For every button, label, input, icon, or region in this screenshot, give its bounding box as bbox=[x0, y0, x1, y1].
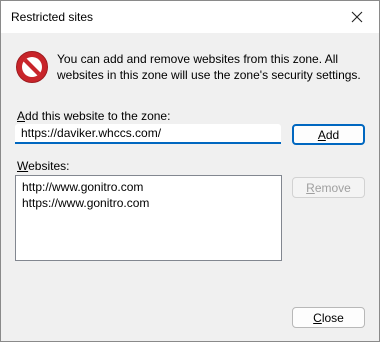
website-url-input[interactable] bbox=[15, 124, 281, 144]
list-item[interactable]: https://www.gonitro.com bbox=[22, 195, 275, 211]
list-item[interactable]: http://www.gonitro.com bbox=[22, 179, 275, 195]
window-close-button[interactable] bbox=[337, 1, 377, 33]
websites-list[interactable]: http://www.gonitro.com https://www.gonit… bbox=[15, 175, 282, 261]
zone-description: You can add and remove websites from thi… bbox=[57, 52, 361, 82]
close-icon bbox=[351, 11, 363, 23]
dialog-title: Restricted sites bbox=[11, 10, 94, 24]
restricted-sites-dialog: Restricted sites You can add and remove … bbox=[0, 0, 380, 342]
add-button[interactable]: Add bbox=[292, 124, 365, 145]
title-bar: Restricted sites bbox=[1, 1, 379, 33]
websites-label: Websites: bbox=[17, 159, 70, 173]
remove-button[interactable]: Remove bbox=[292, 177, 365, 198]
add-website-label: Add this website to the zone: bbox=[17, 109, 171, 123]
close-button[interactable]: Close bbox=[292, 307, 365, 328]
no-entry-icon bbox=[16, 51, 48, 83]
